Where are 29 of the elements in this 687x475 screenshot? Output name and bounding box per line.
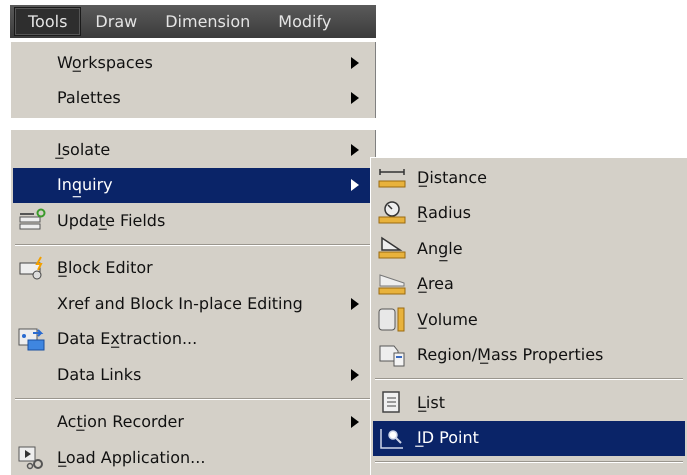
menu-item[interactable]: Ang̲le [373, 231, 685, 266]
menu-item[interactable]: Act̲ion Recorder [13, 404, 373, 440]
menu-item[interactable]: Inq̲uiry [13, 168, 373, 203]
menu-item[interactable]: Wo̲rkspaces [13, 45, 373, 80]
menu-item[interactable]: I̲D Point [373, 420, 685, 456]
area-ruler-icon [377, 272, 407, 297]
menu-item[interactable]: I̲solate [13, 132, 373, 168]
menu-item[interactable]: D̲istance [373, 160, 685, 196]
menu-item[interactable]: Updat̲e Fields [13, 203, 373, 238]
region-properties-icon [377, 342, 407, 368]
menu-item[interactable]: R̲adius [373, 196, 685, 231]
menu-bar-item[interactable]: Modify [264, 7, 346, 36]
menu-item[interactable]: V̲olume [373, 302, 685, 338]
menu-bar-item[interactable]: Tools [14, 7, 82, 36]
menu-item[interactable]: Region/M̲ass Properties [373, 338, 685, 373]
data-extraction-icon [17, 326, 47, 352]
menu-item[interactable]: Data Links [13, 357, 373, 392]
menu-item[interactable]: L̲oad Application... [13, 440, 373, 475]
cylinder-ruler-icon [377, 307, 407, 332]
menu-bar-item[interactable]: Dimension [151, 7, 264, 36]
menu-item[interactable]: B̲lock Editor [13, 250, 373, 286]
menu-bar-item[interactable]: Draw [81, 7, 152, 36]
menu-item[interactable]: Xref and Block In-place Editing [13, 286, 373, 322]
menu-item[interactable]: Palettes [13, 80, 373, 116]
circle-ruler-icon [377, 200, 407, 226]
menu-item[interactable]: L̲ist [373, 385, 685, 420]
angle-ruler-icon [377, 236, 407, 262]
menu-item[interactable]: A̲rea [373, 266, 685, 302]
menu-item[interactable]: Data Ex̲traction... [13, 322, 373, 357]
